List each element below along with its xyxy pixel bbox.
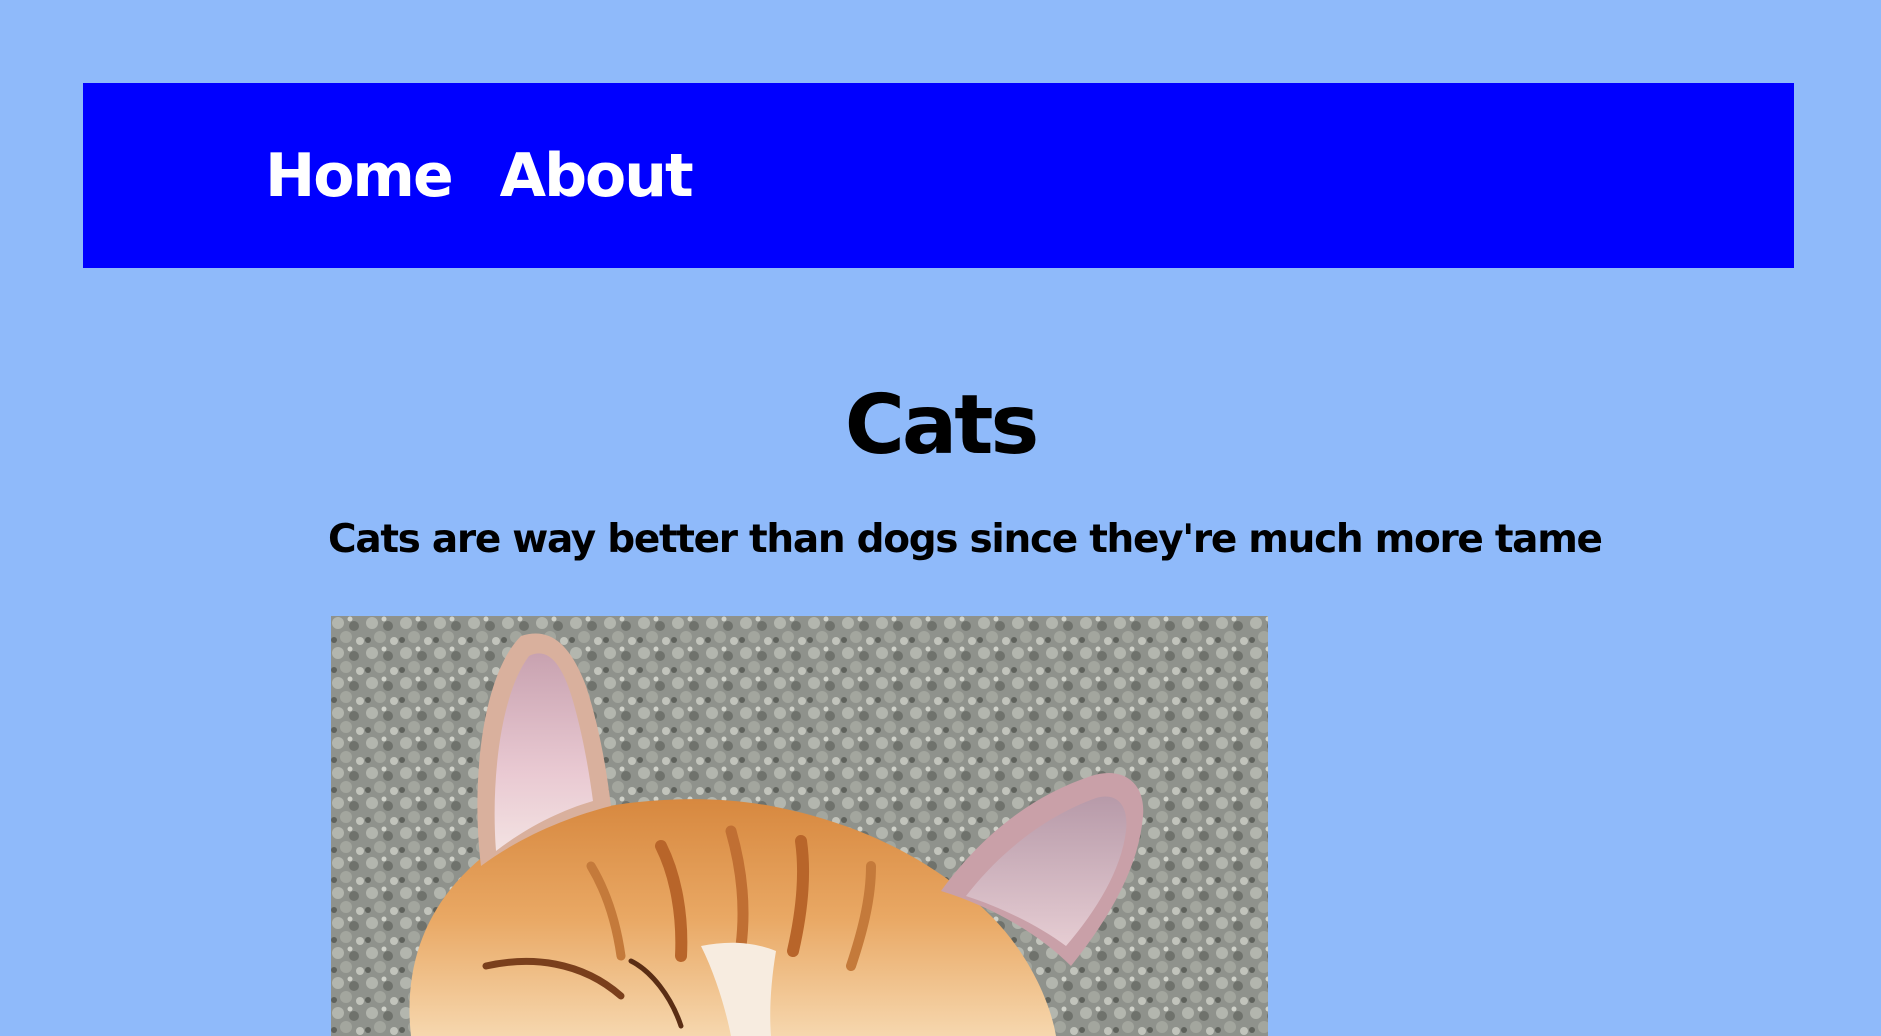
cat-image: [331, 616, 1268, 1036]
nav-links: Home About: [265, 83, 694, 268]
nav-link-home[interactable]: Home: [265, 146, 454, 206]
nav-link-about[interactable]: About: [500, 146, 694, 206]
navbar: Home About: [83, 83, 1794, 268]
page-description: Cats are way better than dogs since they…: [328, 517, 1603, 562]
page-title: Cats: [844, 378, 1040, 473]
